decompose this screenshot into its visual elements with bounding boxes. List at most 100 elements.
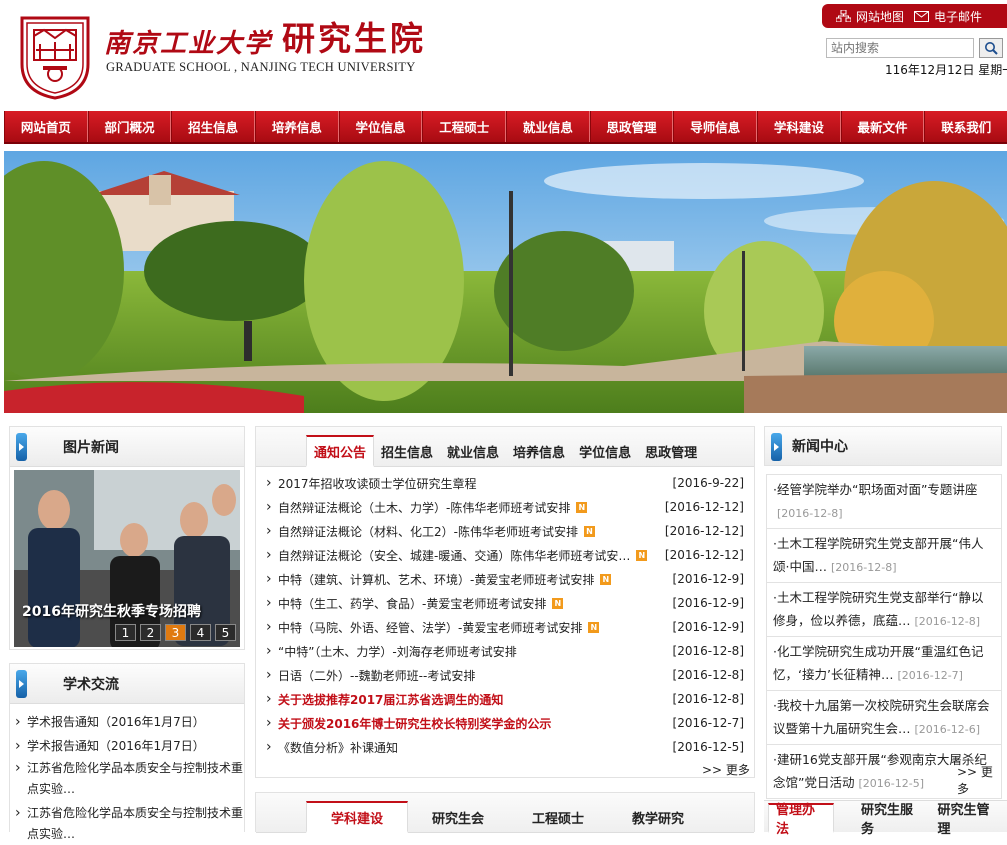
picture-news-title: 图片新闻: [63, 437, 119, 457]
new-badge-icon: N: [584, 526, 595, 537]
nav-home[interactable]: 网站首页: [4, 111, 88, 142]
notice-item[interactable]: ›中特（生工、药学、食品）-黄爱宝老师班考试安排N[2016-12-9]: [266, 591, 744, 615]
academic-item[interactable]: 江苏省危险化学品本质安全与控制技术重点实验…: [15, 758, 244, 800]
tab-admissions[interactable]: 招生信息: [374, 436, 440, 466]
current-date: 116年12月12日 星期一: [885, 61, 1007, 78]
notice-title[interactable]: 日语（二外）--魏勤老师班--考试安排: [278, 667, 475, 684]
university-name-cn: 南京工业大学: [104, 23, 272, 60]
nav-admissions[interactable]: 招生信息: [171, 111, 255, 142]
bullet-arrow-icon: ›: [266, 619, 278, 635]
sitemap-link[interactable]: 网站地图: [836, 8, 904, 25]
tab-ideology[interactable]: 思政管理: [638, 436, 704, 466]
picture-news-slide[interactable]: 2016年研究生秋季专场招聘 1 2 3 4 5: [14, 470, 240, 647]
news-item[interactable]: ·土木工程学院研究生党支部举行“静以修身，俭以养德，底蕴…[2016-12-8]: [766, 583, 1002, 637]
tab-employment[interactable]: 就业信息: [440, 436, 506, 466]
slide-pager: 1 2 3 4 5: [115, 624, 236, 641]
nav-supervisors[interactable]: 导师信息: [673, 111, 757, 142]
news-item[interactable]: ·化工学院研究生成功开展“重温红色记忆，‘接力’长征精神…[2016-12-7]: [766, 637, 1002, 691]
tab-degree[interactable]: 学位信息: [572, 436, 638, 466]
news-more-link[interactable]: >> 更多: [957, 763, 1002, 797]
slide-page-1[interactable]: 1: [115, 624, 136, 641]
news-date: [2016-12-5]: [858, 777, 924, 790]
academic-header: 学术交流: [10, 664, 244, 704]
bullet-arrow-icon: ›: [266, 691, 278, 707]
university-logo[interactable]: [18, 14, 92, 100]
search-input[interactable]: [826, 38, 974, 58]
main-nav: 网站首页 部门概况 招生信息 培养信息 学位信息 工程硕士 就业信息 思政管理 …: [4, 111, 1007, 144]
tab-student-service[interactable]: 研究生服务: [854, 804, 931, 832]
notice-item[interactable]: ›关于颁发2016年博士研究生校长特别奖学金的公示[2016-12-7]: [266, 711, 744, 735]
email-link[interactable]: 电子邮件: [914, 8, 982, 25]
academic-item[interactable]: 江苏省危险化学品本质安全与控制技术重点实验…: [15, 803, 244, 845]
notice-title-wrap: 关于选拔推荐2017届江苏省选调生的通知: [278, 691, 660, 708]
notice-more-link[interactable]: >> 更多: [702, 761, 750, 778]
notice-title[interactable]: 关于颁发2016年博士研究生校长特别奖学金的公示: [278, 715, 551, 732]
nav-ideology[interactable]: 思政管理: [590, 111, 674, 142]
news-list: ·经管学院举办“职场面对面”专题讲座[2016-12-8]·土木工程学院研究生党…: [764, 466, 1002, 799]
notice-item[interactable]: ›日语（二外）--魏勤老师班--考试安排[2016-12-8]: [266, 663, 744, 687]
notice-title[interactable]: “中特”（土木、力学）-刘海存老师班考试安排: [278, 643, 517, 660]
notice-tabbar: 通知公告 招生信息 就业信息 培养信息 学位信息 思政管理: [256, 427, 754, 467]
academic-item[interactable]: 学术报告通知（2016年1月7日）: [15, 710, 244, 734]
slide-page-4[interactable]: 4: [190, 624, 211, 641]
notice-item[interactable]: ›“中特”（土木、力学）-刘海存老师班考试安排[2016-12-8]: [266, 639, 744, 663]
section-marker-icon: [16, 433, 27, 461]
nav-discipline[interactable]: 学科建设: [757, 111, 841, 142]
nav-engineering-master[interactable]: 工程硕士: [422, 111, 506, 142]
tab-training[interactable]: 培养信息: [506, 436, 572, 466]
notice-item[interactable]: ›自然辩证法概论（材料、化工2）-陈伟华老师班考试安排N[2016-12-12]: [266, 519, 744, 543]
bullet-arrow-icon: ›: [266, 571, 278, 587]
tab-teaching-research[interactable]: 教学研究: [608, 802, 708, 832]
site-header: 南京工业大学 研究生院 GRADUATE SCHOOL , NANJING TE…: [0, 0, 1007, 110]
nav-degree[interactable]: 学位信息: [339, 111, 423, 142]
notice-title[interactable]: 自然辩证法概论（安全、城建-暖通、交通）陈伟华老师班考试安…: [278, 547, 630, 564]
slide-page-2[interactable]: 2: [140, 624, 161, 641]
notice-title[interactable]: 自然辩证法概论（土木、力学）-陈伟华老师班考试安排: [278, 499, 570, 516]
notice-item[interactable]: ›2017年招收攻读硕士学位研究生章程[2016-9-22]: [266, 471, 744, 495]
notice-item[interactable]: ›关于选拔推荐2017届江苏省选调生的通知[2016-12-8]: [266, 687, 744, 711]
bullet-arrow-icon: ›: [266, 595, 278, 611]
academic-item[interactable]: 学术报告通知（2016年1月7日）: [15, 734, 244, 758]
tab-regulations[interactable]: 管理办法: [768, 803, 834, 833]
notice-title[interactable]: 中特（建筑、计算机、艺术、环境）-黄爱宝老师班考试安排: [278, 571, 594, 588]
academic-exchange-panel: 学术交流 学术报告通知（2016年1月7日） 学术报告通知（2016年1月7日）…: [9, 663, 245, 832]
news-title[interactable]: ·经管学院举办“职场面对面”专题讲座: [773, 482, 977, 497]
notice-item[interactable]: ›自然辩证法概论（土木、力学）-陈伟华老师班考试安排N[2016-12-12]: [266, 495, 744, 519]
notice-title[interactable]: 2017年招收攻读硕士学位研究生章程: [278, 475, 477, 492]
campus-banner-image: [4, 151, 1007, 413]
site-title[interactable]: 南京工业大学 研究生院: [104, 16, 426, 60]
slide-page-5[interactable]: 5: [215, 624, 236, 641]
tab-engineering-master[interactable]: 工程硕士: [508, 802, 608, 832]
search-button[interactable]: [979, 38, 1003, 58]
picture-news-caption[interactable]: 2016年研究生秋季专场招聘: [22, 601, 201, 621]
nav-contact[interactable]: 联系我们: [924, 111, 1007, 142]
notice-item[interactable]: ›《数值分析》补课通知[2016-12-5]: [266, 735, 744, 759]
slide-page-3[interactable]: 3: [165, 624, 186, 641]
tab-notice[interactable]: 通知公告: [306, 435, 374, 467]
notice-date: [2016-12-7]: [660, 716, 744, 730]
tab-student-union[interactable]: 研究生会: [408, 802, 508, 832]
nav-employment[interactable]: 就业信息: [506, 111, 590, 142]
tab-discipline[interactable]: 学科建设: [306, 801, 408, 833]
notice-title[interactable]: 关于选拔推荐2017届江苏省选调生的通知: [278, 691, 503, 708]
tab-student-management[interactable]: 研究生管理: [931, 804, 1007, 832]
notice-title[interactable]: 中特（生工、药学、食品）-黄爱宝老师班考试安排: [278, 595, 546, 612]
notice-item[interactable]: ›中特（马院、外语、经管、法学）-黄爱宝老师班考试安排N[2016-12-9]: [266, 615, 744, 639]
news-item[interactable]: ·土木工程学院研究生党支部开展“伟人颂·中国…[2016-12-8]: [766, 529, 1002, 583]
notice-title[interactable]: 自然辩证法概论（材料、化工2）-陈伟华老师班考试安排: [278, 523, 578, 540]
notice-date: [2016-12-9]: [660, 596, 744, 610]
news-item[interactable]: ·我校十九届第一次校院研究生会联席会议暨第十九届研究生会…[2016-12-6]: [766, 691, 1002, 745]
nav-training[interactable]: 培养信息: [255, 111, 339, 142]
nav-departments[interactable]: 部门概况: [88, 111, 172, 142]
notice-date: [2016-12-12]: [660, 524, 744, 538]
notice-title[interactable]: 中特（马院、外语、经管、法学）-黄爱宝老师班考试安排: [278, 619, 582, 636]
right-tabbar: 管理办法 研究生服务 研究生管理: [764, 800, 1007, 832]
bullet-arrow-icon: ›: [266, 499, 278, 515]
sitemap-label: 网站地图: [856, 8, 904, 25]
notice-item[interactable]: ›自然辩证法概论（安全、城建-暖通、交通）陈伟华老师班考试安…N[2016-12…: [266, 543, 744, 567]
nav-latest-docs[interactable]: 最新文件: [841, 111, 925, 142]
notice-title-wrap: 《数值分析》补课通知: [278, 739, 660, 756]
news-item[interactable]: ·经管学院举办“职场面对面”专题讲座[2016-12-8]: [766, 474, 1002, 529]
notice-item[interactable]: ›中特（建筑、计算机、艺术、环境）-黄爱宝老师班考试安排N[2016-12-9]: [266, 567, 744, 591]
notice-title[interactable]: 《数值分析》补课通知: [278, 739, 398, 756]
